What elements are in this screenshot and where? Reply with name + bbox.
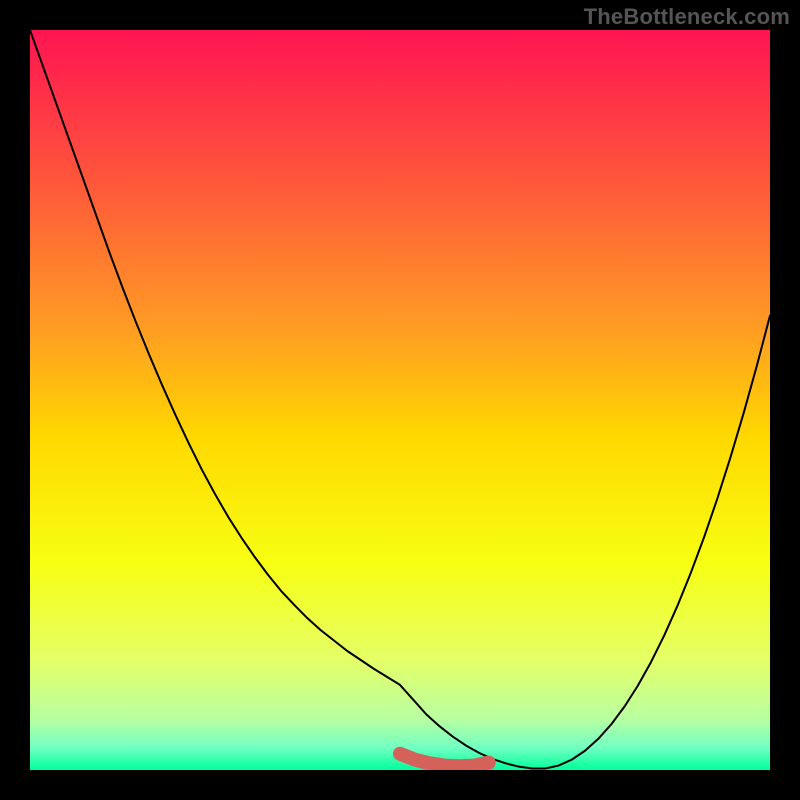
chart-svg (30, 30, 770, 770)
watermark-text: TheBottleneck.com (584, 4, 790, 30)
gradient-background (30, 30, 770, 770)
plot-area (30, 30, 770, 770)
chart-frame: TheBottleneck.com (0, 0, 800, 800)
